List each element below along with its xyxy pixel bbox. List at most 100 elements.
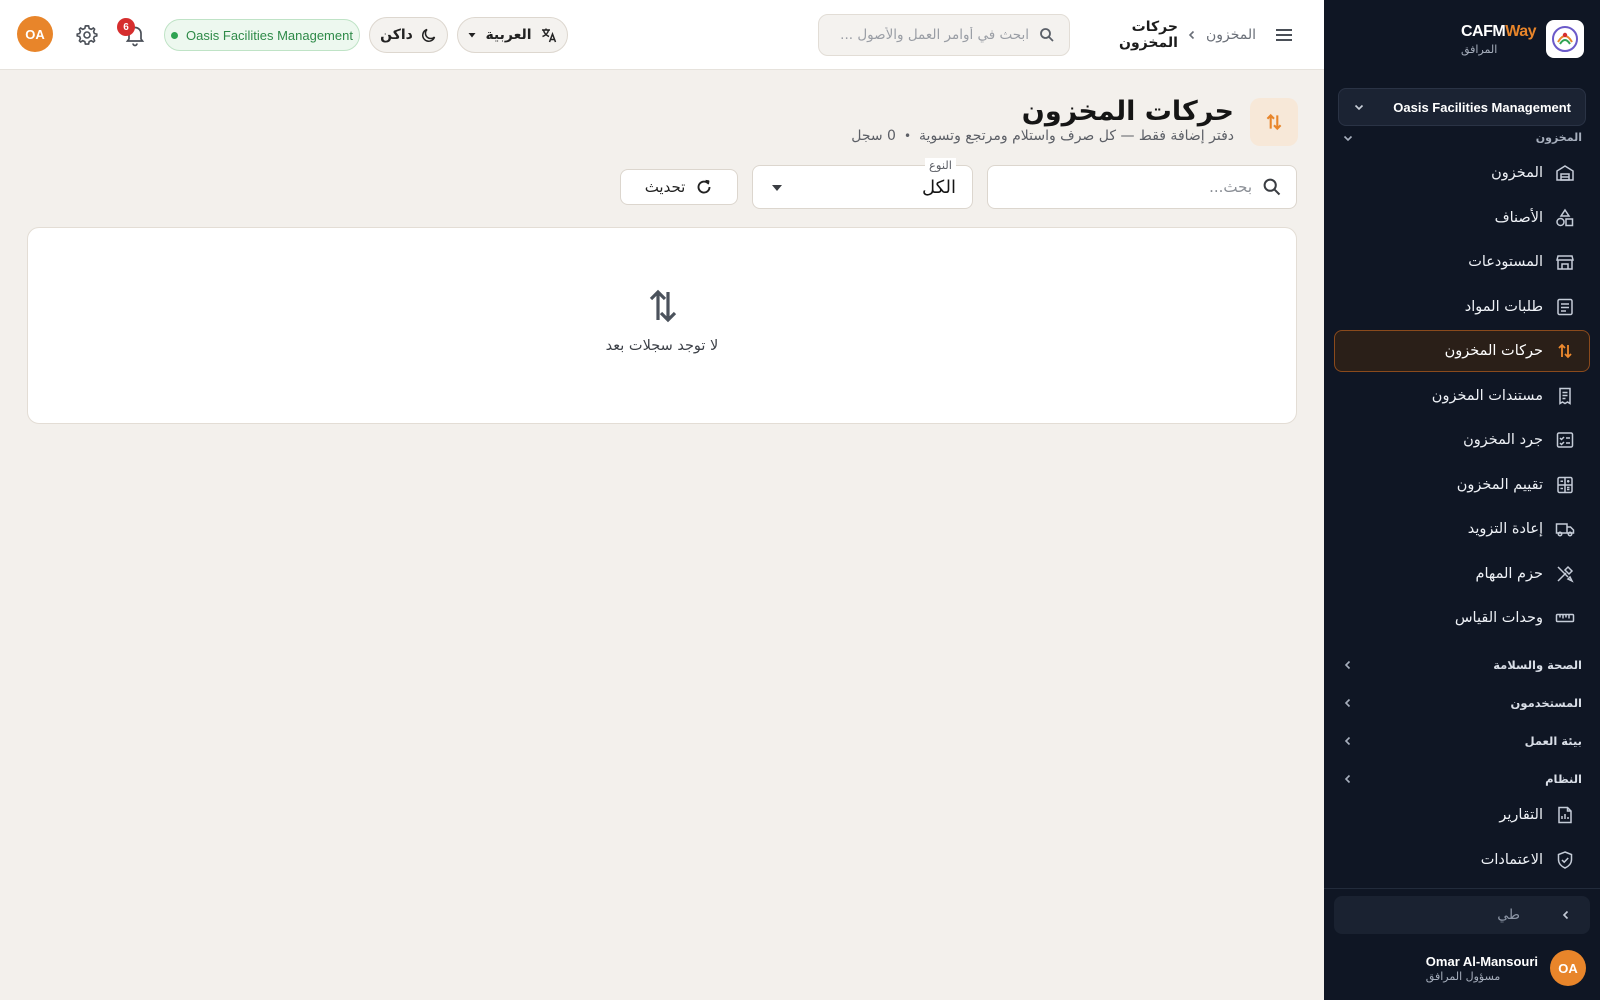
sidebar-section-workspace[interactable]: بيئة العمل <box>1342 731 1582 751</box>
gear-icon[interactable] <box>75 23 99 47</box>
refresh-icon <box>695 178 713 196</box>
chevron-left-icon <box>1560 909 1572 921</box>
sidebar-item-label: حركات المخزون <box>1444 343 1543 359</box>
brand[interactable]: CAFMWay المرافق <box>1461 20 1584 58</box>
sidebar-item-replenishment[interactable]: إعادة التزويد <box>1334 508 1590 550</box>
calculator-icon <box>1555 475 1575 495</box>
language-label: العربية <box>485 27 532 43</box>
chevron-left-icon <box>1342 659 1354 671</box>
search-icon <box>1262 177 1282 197</box>
sidebar-divider <box>1324 888 1600 889</box>
avatar: OA <box>1550 950 1586 986</box>
brand-subtitle: المرافق <box>1460 42 1498 56</box>
records-search <box>987 165 1297 209</box>
chevron-left-icon <box>1186 29 1198 41</box>
records-panel: لا توجد سجلات بعد <box>27 227 1297 424</box>
shapes-icon <box>1555 208 1575 228</box>
refresh-button[interactable]: تحديث <box>620 169 738 205</box>
sidebar-item-label: المستودعات <box>1468 254 1543 270</box>
sidebar-item-material-requests[interactable]: طلبات المواد <box>1334 286 1590 328</box>
org-status-badge: Oasis Facilities Management <box>164 19 360 51</box>
receipt-icon <box>1555 386 1575 406</box>
sidebar-collapse-button[interactable]: طي <box>1334 896 1590 934</box>
type-filter-select[interactable]: النوع الكل <box>752 158 973 209</box>
sidebar-item-stock-valuation[interactable]: تقييم المخزون <box>1334 464 1590 506</box>
caret-down-icon <box>771 183 783 193</box>
sidebar-item-items[interactable]: الأصناف <box>1334 197 1590 239</box>
page-description: دفتر إضافة فقط — كل صرف واستلام ومرتجع و… <box>919 128 1234 144</box>
store-icon <box>1555 252 1575 272</box>
sidebar-item-approvals[interactable]: الاعتمادات <box>1334 839 1590 881</box>
tools-icon <box>1555 564 1575 584</box>
notification-count-badge: 6 <box>117 18 135 36</box>
swap-vertical-icon <box>1555 341 1575 361</box>
checklist-icon <box>1555 430 1575 450</box>
sidebar-item-label: المخزون <box>1491 165 1543 181</box>
sidebar-item-stock-count[interactable]: جرد المخزون <box>1334 419 1590 461</box>
theme-label: داكن <box>380 27 413 43</box>
moon-icon <box>421 27 437 43</box>
sidebar-section-label: المستخدمون <box>1510 696 1582 710</box>
sidebar-item-label: الأصناف <box>1494 209 1543 226</box>
sidebar-item-inventory[interactable]: المخزون <box>1334 152 1590 194</box>
chevron-left-icon <box>1342 735 1354 747</box>
sidebar-item-label: إعادة التزويد <box>1467 521 1543 537</box>
swap-vertical-icon <box>1250 98 1298 146</box>
type-filter-label: النوع <box>925 158 956 172</box>
refresh-label: تحديث <box>644 178 686 196</box>
chevron-left-icon <box>1342 773 1354 785</box>
sidebar-item-label: وحدات القياس <box>1454 610 1543 626</box>
user-avatar-button[interactable]: OA <box>17 16 53 52</box>
type-filter-value: الكل <box>921 177 956 198</box>
records-search-input[interactable] <box>1002 178 1252 196</box>
search-icon <box>1039 27 1055 43</box>
sidebar-item-label: تقييم المخزون <box>1456 476 1543 493</box>
swap-vertical-icon <box>647 286 679 326</box>
brand-logo <box>1546 20 1584 58</box>
org-selector-label: Oasis Facilities Management <box>1393 99 1571 115</box>
org-selector[interactable]: Oasis Facilities Management <box>1338 88 1586 126</box>
chevron-down-icon <box>1353 101 1365 113</box>
sidebar-item-label: التقارير <box>1499 807 1543 823</box>
menu-icon[interactable] <box>1272 23 1296 47</box>
sidebar-section-users[interactable]: المستخدمون <box>1342 693 1582 713</box>
report-icon <box>1555 805 1575 825</box>
user-card[interactable]: OA Omar Al-Mansouri مسؤول المرافق <box>1426 950 1586 986</box>
status-dot <box>171 31 179 39</box>
sidebar-section-system[interactable]: النظام <box>1342 769 1582 789</box>
user-name: Omar Al-Mansouri <box>1425 953 1538 969</box>
breadcrumb: المخزون حركات المخزون <box>1084 19 1256 51</box>
sidebar-item-task-packages[interactable]: حزم المهام <box>1334 553 1590 595</box>
sidebar-section-label: بيئة العمل <box>1524 734 1582 748</box>
sidebar-item-label: الاعتمادات <box>1480 851 1543 868</box>
sidebar-nav: المخزون الأصناف المستودعات طلبات المواد … <box>1334 152 1590 642</box>
brand-name: CAFMWay <box>1460 22 1537 40</box>
sidebar-item-warehouses[interactable]: المستودعات <box>1334 241 1590 283</box>
sidebar-item-stock-documents[interactable]: مستندات المخزون <box>1334 375 1590 417</box>
translate-icon <box>540 26 558 44</box>
language-selector[interactable]: العربية <box>457 17 568 53</box>
sidebar-section-inventory[interactable]: المخزون <box>1342 130 1582 144</box>
topbar: المخزون حركات المخزون العربية داكن Oasis… <box>0 0 1324 70</box>
theme-toggle[interactable]: داكن <box>369 17 448 53</box>
sidebar-section-label: النظام <box>1545 772 1582 786</box>
separator-dot: • <box>903 129 912 143</box>
sidebar-item-stock-movements[interactable]: حركات المخزون <box>1334 330 1590 372</box>
sidebar-item-label: جرد المخزون <box>1463 432 1543 448</box>
sidebar-section-health-safety[interactable]: الصحة والسلامة <box>1342 655 1582 675</box>
global-search <box>818 14 1070 56</box>
sidebar-item-units[interactable]: وحدات القياس <box>1334 597 1590 639</box>
chevron-down-icon <box>1342 132 1354 144</box>
user-role: مسؤول المرافق <box>1425 969 1501 983</box>
breadcrumb-parent[interactable]: المخزون <box>1206 27 1256 43</box>
global-search-input[interactable] <box>833 27 1029 43</box>
sidebar-section-label: المخزون <box>1535 131 1582 144</box>
shield-check-icon <box>1555 850 1575 870</box>
sidebar-section-label: الصحة والسلامة <box>1493 658 1582 672</box>
list-icon <box>1555 297 1575 317</box>
sidebar-item-label: حزم المهام <box>1475 565 1543 582</box>
breadcrumb-current: حركات المخزون <box>1119 19 1178 51</box>
sidebar-item-reports[interactable]: التقارير <box>1334 794 1590 836</box>
page-subtitle: دفتر إضافة فقط — كل صرف واستلام ومرتجع و… <box>851 128 1234 144</box>
warehouse-icon <box>1555 163 1575 183</box>
